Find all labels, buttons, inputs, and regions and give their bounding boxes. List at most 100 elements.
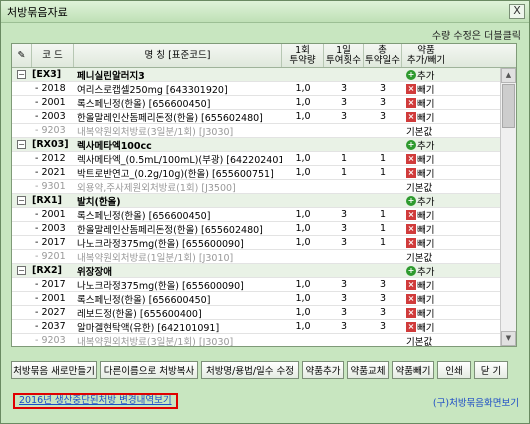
table-row[interactable]: - 2001 록스페닌정(한올) [656600450] 1,0 3 3 × 빼기 [12, 292, 502, 306]
row-action[interactable]: + 추가 [402, 138, 450, 152]
minus-icon[interactable]: − [17, 140, 26, 149]
table-row[interactable]: - 9203 내복약원외처방료(3일분/1회) [J3030] 기본값 [12, 124, 502, 138]
row-action[interactable]: + 추가 [402, 264, 450, 278]
table-row[interactable]: - 2001 록스페닌정(한올) [656600450] 1,0 3 3 × 빼기 [12, 96, 502, 110]
table-row[interactable]: - 2003 한올말레인산돔페리돈정(한올) [655602480] 1,0 3 1 × 빼… [12, 222, 502, 236]
remove-icon[interactable]: × [406, 237, 416, 248]
row-dose[interactable]: 1,0 [282, 236, 324, 250]
action-group[interactable]: × 빼기 [406, 110, 434, 124]
remove-icon[interactable]: × [406, 293, 416, 304]
row-dose[interactable] [282, 180, 324, 194]
copy-as-button[interactable]: 다른이름으로 처방복사 [100, 361, 198, 379]
action-group[interactable]: × 빼기 [406, 320, 434, 334]
row-daily[interactable] [324, 250, 364, 264]
row-dose[interactable]: 1,0 [282, 306, 324, 320]
remove-drug-button[interactable]: 약품빼기 [392, 361, 434, 379]
close-icon[interactable]: X [509, 4, 525, 19]
row-action[interactable]: + 추가 [402, 194, 450, 208]
action-group[interactable]: × 빼기 [406, 208, 434, 222]
add-drug-button[interactable]: 약품추가 [302, 361, 344, 379]
row-action[interactable]: × 빼기 [402, 96, 450, 110]
action-group[interactable]: × 빼기 [406, 236, 434, 250]
table-row[interactable]: - 9301 외용약,주사제원외처방료(1회) [J3500] 기본값 [12, 180, 502, 194]
remove-icon[interactable]: × [406, 307, 416, 318]
row-daily[interactable]: 3 [324, 292, 364, 306]
row-days[interactable]: 1 [364, 166, 402, 180]
row-action[interactable]: × 빼기 [402, 292, 450, 306]
add-icon[interactable]: + [406, 195, 416, 206]
action-group[interactable]: × 빼기 [406, 152, 434, 166]
row-daily[interactable]: 3 [324, 306, 364, 320]
row-daily[interactable]: 3 [324, 236, 364, 250]
collapse-icon[interactable]: − [12, 264, 32, 278]
row-daily[interactable]: 3 [324, 110, 364, 124]
row-daily[interactable]: 3 [324, 278, 364, 292]
row-action[interactable]: × 빼기 [402, 222, 450, 236]
row-dose[interactable]: 1,0 [282, 96, 324, 110]
remove-icon[interactable]: × [406, 279, 416, 290]
action-group[interactable]: × 빼기 [406, 166, 434, 180]
row-days[interactable]: 3 [364, 278, 402, 292]
edit-name-button[interactable]: 처방명/용법/일수 수정 [201, 361, 299, 379]
table-row[interactable]: - 9201 내복약원외처방료(1일분/1회) [J3010] 기본값 [12, 250, 502, 264]
action-group[interactable]: + 추가 [406, 138, 434, 152]
table-row[interactable]: - 2003 한올말레인산돔페리돈정(한올) [655602480] 1,0 3 3 × 빼… [12, 110, 502, 124]
row-dose[interactable]: 1,0 [282, 152, 324, 166]
action-group[interactable]: × 빼기 [406, 96, 434, 110]
row-daily[interactable] [324, 180, 364, 194]
row-days[interactable] [364, 334, 402, 347]
action-group[interactable]: + 추가 [406, 194, 434, 208]
remove-icon[interactable]: × [406, 223, 416, 234]
row-days[interactable] [364, 124, 402, 138]
row-dose[interactable] [282, 250, 324, 264]
vertical-scrollbar[interactable]: ▲ ▼ [500, 68, 516, 346]
row-days[interactable]: 3 [364, 292, 402, 306]
row-action[interactable]: × 빼기 [402, 236, 450, 250]
row-days[interactable] [364, 180, 402, 194]
group-row[interactable]: − [RX2] 위장장애 + 추가 [12, 264, 502, 278]
collapse-icon[interactable]: − [12, 68, 32, 82]
add-icon[interactable]: + [406, 265, 416, 276]
row-dose[interactable]: 1,0 [282, 320, 324, 334]
action-group[interactable]: × 빼기 [406, 82, 434, 96]
row-action[interactable]: × 빼기 [402, 320, 450, 334]
table-row[interactable]: - 2027 레보드정(한올) [655600400] 1,0 3 3 × 빼기 [12, 306, 502, 320]
row-dose[interactable]: 1,0 [282, 110, 324, 124]
row-daily[interactable] [324, 334, 364, 347]
row-action[interactable]: × 빼기 [402, 278, 450, 292]
print-button[interactable]: 인쇄 [437, 361, 471, 379]
row-dose[interactable]: 1,0 [282, 82, 324, 96]
row-action[interactable]: × 빼기 [402, 82, 450, 96]
row-action[interactable]: × 빼기 [402, 110, 450, 124]
row-days[interactable]: 3 [364, 306, 402, 320]
row-action[interactable]: + 추가 [402, 68, 450, 82]
remove-icon[interactable]: × [406, 111, 416, 122]
table-row[interactable]: - 2037 알마겔현탁액(유한) [642101091] 1,0 3 3 × 빼기 [12, 320, 502, 334]
table-row[interactable]: - 9203 내복약원외처방료(3일분/1회) [J3030] 기본값 [12, 334, 502, 347]
row-dose[interactable] [282, 124, 324, 138]
table-row[interactable]: - 2012 렉사메타엑_(0.5mL/100mL)(부광) [642202401… [12, 152, 502, 166]
row-daily[interactable]: 3 [324, 82, 364, 96]
scroll-up-icon[interactable]: ▲ [501, 68, 516, 83]
row-daily[interactable]: 3 [324, 222, 364, 236]
row-days[interactable]: 1 [364, 222, 402, 236]
table-row[interactable]: - 2001 록스페닌정(한올) [656600450] 1,0 3 1 × 빼기 [12, 208, 502, 222]
new-bundle-button[interactable]: 처방묶음 새로만들기 [11, 361, 97, 379]
row-action[interactable]: × 빼기 [402, 208, 450, 222]
legacy-view-link[interactable]: (구)처방묶음화면보기 [433, 395, 519, 409]
action-group[interactable]: + 추가 [406, 68, 434, 82]
row-dose[interactable]: 1,0 [282, 222, 324, 236]
row-days[interactable]: 3 [364, 320, 402, 334]
group-row[interactable]: − [EX3] 페니실린알러지3 + 추가 [12, 68, 502, 82]
remove-icon[interactable]: × [406, 97, 416, 108]
row-daily[interactable]: 1 [324, 166, 364, 180]
row-days[interactable]: 3 [364, 96, 402, 110]
table-row[interactable]: - 2017 나노크라정375mg(한올) [655600090] 1,0 3 3 × 빼기 [12, 278, 502, 292]
row-days[interactable]: 1 [364, 152, 402, 166]
action-group[interactable]: × 빼기 [406, 292, 434, 306]
remove-icon[interactable]: × [406, 209, 416, 220]
remove-icon[interactable]: × [406, 83, 416, 94]
action-group[interactable]: × 빼기 [406, 306, 434, 320]
discontinued-changes-link[interactable]: 2016년 생산중단된처방 변경내역보기 [13, 393, 178, 409]
row-daily[interactable] [324, 124, 364, 138]
